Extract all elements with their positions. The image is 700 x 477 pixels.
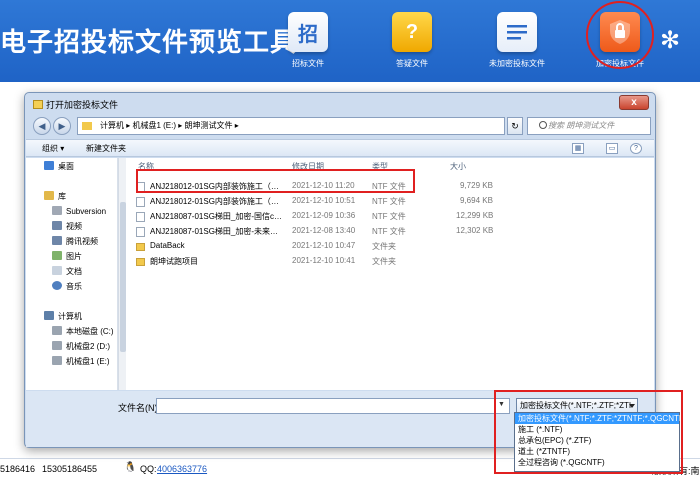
nav-item-library[interactable]: 库 <box>44 191 66 204</box>
qa-file-label: 答疑文件 <box>396 59 428 68</box>
bid-file-icon: 招 <box>288 12 328 52</box>
dialog-title: 打开加密投标文件 <box>33 98 118 111</box>
organize-menu[interactable]: 组织 ▾ <box>42 143 64 154</box>
highlight-box <box>494 390 683 474</box>
column-header-size[interactable]: 大小 <box>450 161 466 172</box>
folder-icon <box>33 100 43 109</box>
folder-row[interactable]: 朗坤试跑项目 2021-12-10 10:41 文件夹 <box>136 255 516 268</box>
back-button[interactable]: ◀ <box>33 117 51 135</box>
refresh-button[interactable]: ↻ <box>507 117 523 135</box>
nav-item-drive-d[interactable]: 机械盘2 (D:) <box>52 341 110 354</box>
library-icon <box>44 191 54 200</box>
forward-button[interactable]: ▶ <box>53 117 71 135</box>
nav-item-pictures[interactable]: 图片 <box>52 251 82 264</box>
music-icon <box>52 281 62 290</box>
nav-item-drive-e[interactable]: 机械盘1 (E:) <box>52 356 110 369</box>
file-icon <box>136 227 145 237</box>
highlight-box <box>136 169 415 193</box>
nav-scrollbar[interactable] <box>118 158 126 390</box>
qq-number-link[interactable]: 4006363776 <box>157 464 207 474</box>
svn-icon <box>52 206 62 215</box>
footer-phone-1: 5186416 <box>0 464 36 474</box>
address-row: ◀ ▶ 计算机 ▸ 机械盘1 (E:) ▸ 朗坤测试文件 ▸ ↻ 搜索 朗坤测试… <box>31 115 651 137</box>
preview-pane-icon[interactable]: ▭ <box>606 143 618 154</box>
computer-icon <box>44 311 54 320</box>
drive-icon <box>52 356 62 365</box>
file-icon <box>136 212 145 222</box>
app-header: 电子招投标文件预览工具 招 招标文件 ? 答疑文件 未加密投标文件 加密投标文件… <box>0 0 700 82</box>
file-row[interactable]: ANJ218087-01SG梯田_加密-未来… 2021-12-08 13:40… <box>136 225 516 238</box>
qq-label: QQ: <box>140 464 157 474</box>
folder-icon <box>136 243 145 251</box>
folder-icon <box>82 122 92 130</box>
nav-item-subversion[interactable]: Subversion <box>52 206 106 219</box>
document-icon <box>52 266 62 275</box>
qq-penguin-icon: 🐧 <box>124 462 137 473</box>
help-icon[interactable]: ? <box>630 143 642 154</box>
drive-icon <box>52 326 62 335</box>
nav-item-documents[interactable]: 文档 <box>52 266 82 279</box>
breadcrumb: 计算机 ▸ 机械盘1 (E:) ▸ 朗坤测试文件 ▸ <box>100 121 239 130</box>
close-button[interactable]: x <box>619 95 649 110</box>
file-row[interactable]: ANJ218087-01SG梯田_加密-国信c… 2021-12-09 10:3… <box>136 210 516 223</box>
unencrypted-bid-label: 未加密投标文件 <box>489 59 545 68</box>
new-folder-button[interactable]: 新建文件夹 <box>86 143 126 154</box>
picture-icon <box>52 251 62 260</box>
navigation-pane: 桌面 库 Subversion 视频 腾讯视频 图片 文档 音乐 计算机 本地磁… <box>26 158 118 390</box>
folder-row[interactable]: DataBack 2021-12-10 10:47 文件夹 <box>136 240 516 253</box>
unencrypted-bid-button[interactable]: 未加密投标文件 <box>482 12 552 72</box>
address-bar[interactable]: 计算机 ▸ 机械盘1 (E:) ▸ 朗坤测试文件 ▸ <box>77 117 505 135</box>
footer-phone-2: 15305186455 <box>42 464 98 474</box>
bid-file-label: 招标文件 <box>292 59 324 68</box>
bid-file-button[interactable]: 招 招标文件 <box>273 12 343 72</box>
file-row[interactable]: ANJ218012-01SG内部装饰施工（… 2021-12-10 10:51 … <box>136 195 516 208</box>
nav-item-desktop[interactable]: 桌面 <box>44 161 74 174</box>
nav-item-drive-c[interactable]: 本地磁盘 (C:) <box>52 326 114 339</box>
desktop-icon <box>44 161 54 170</box>
nav-item-video[interactable]: 视频 <box>52 221 82 234</box>
highlight-circle <box>586 1 654 69</box>
snowflake-icon[interactable]: ✻ <box>660 26 680 55</box>
nav-item-tencent-video[interactable]: 腾讯视频 <box>52 236 98 249</box>
question-file-icon: ? <box>392 12 432 52</box>
nav-item-music[interactable]: 音乐 <box>52 281 82 294</box>
document-lines-icon <box>497 12 537 52</box>
nav-item-computer[interactable]: 计算机 <box>44 311 82 324</box>
filename-label: 文件名(N): <box>118 403 160 413</box>
view-options-icon[interactable]: ▦ <box>572 143 584 154</box>
folder-icon <box>136 258 145 266</box>
qa-file-button[interactable]: ? 答疑文件 <box>377 12 447 72</box>
drive-icon <box>52 341 62 350</box>
app-title: 电子招投标文件预览工具 <box>0 28 298 58</box>
filename-input[interactable] <box>156 398 510 414</box>
video-icon <box>52 221 62 230</box>
file-icon <box>136 197 145 207</box>
search-icon <box>539 121 547 129</box>
dialog-toolbar: 组织 ▾ 新建文件夹 ▦ ▭ ? <box>26 139 654 157</box>
video-icon <box>52 236 62 245</box>
